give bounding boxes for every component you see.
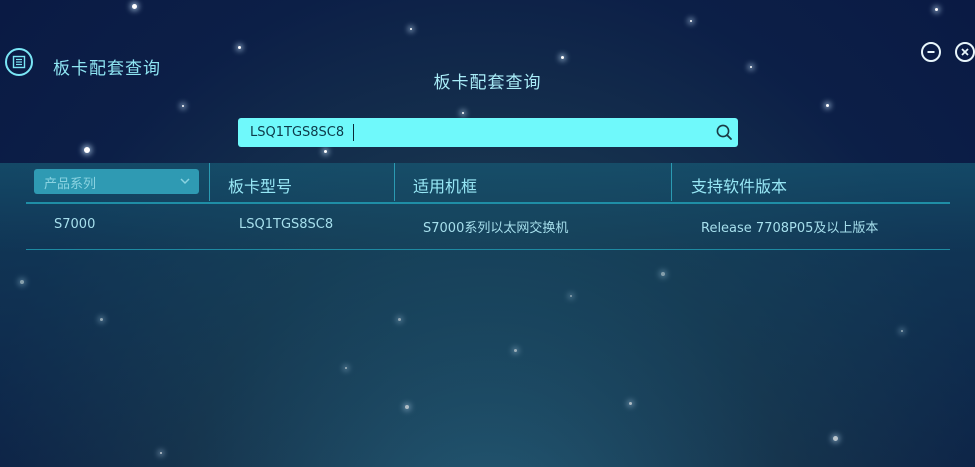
minimize-icon bbox=[927, 51, 935, 53]
close-icon bbox=[961, 48, 969, 56]
column-divider bbox=[671, 163, 672, 201]
column-divider bbox=[209, 163, 210, 201]
search-input[interactable] bbox=[250, 118, 700, 147]
search-box bbox=[238, 118, 738, 147]
header-applicable-chassis: 适用机框 bbox=[413, 177, 478, 196]
header-software-version: 支持软件版本 bbox=[691, 177, 788, 196]
cell-board-model: LSQ1TGS8SC8 bbox=[239, 217, 334, 232]
header-board-model: 板卡型号 bbox=[228, 177, 293, 196]
product-series-dropdown[interactable]: 产品系列 bbox=[34, 169, 199, 194]
close-button[interactable] bbox=[955, 42, 975, 62]
minimize-button[interactable] bbox=[921, 42, 941, 62]
table-header: 产品系列 板卡型号 适用机框 支持软件版本 bbox=[26, 163, 950, 204]
column-divider bbox=[394, 163, 395, 201]
chevron-down-icon bbox=[180, 178, 190, 185]
cell-applicable-chassis: S7000系列以太网交换机 bbox=[423, 221, 569, 236]
cell-software-version: Release 7708P05及以上版本 bbox=[701, 221, 879, 236]
text-caret bbox=[353, 124, 354, 141]
product-series-label: 产品系列 bbox=[44, 177, 97, 192]
results-table: 产品系列 板卡型号 适用机框 支持软件版本 S7000 LSQ1TGS8SC8 … bbox=[0, 163, 975, 467]
page-title: 板卡配套查询 bbox=[433, 73, 542, 93]
table-row[interactable]: S7000 LSQ1TGS8SC8 S7000系列以太网交换机 Release … bbox=[26, 203, 950, 250]
search-icon[interactable] bbox=[715, 123, 734, 142]
cell-product-series: S7000 bbox=[54, 217, 96, 232]
